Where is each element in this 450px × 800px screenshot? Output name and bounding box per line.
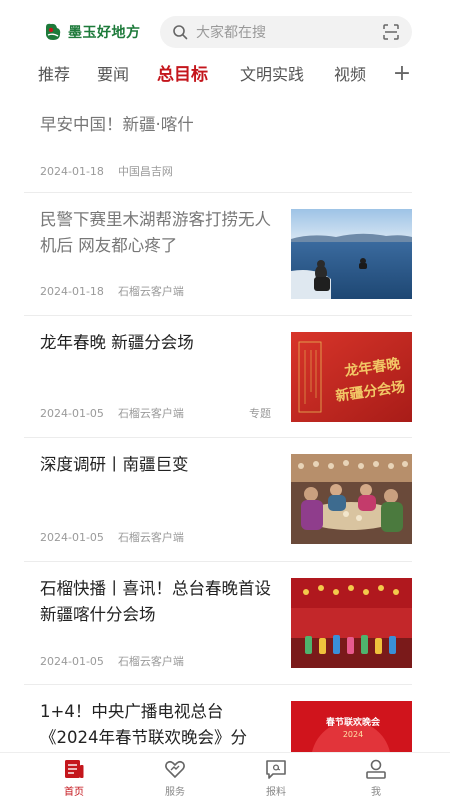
news-thumbnail: 龙年春晚 新疆分会场 xyxy=(291,332,412,422)
tab-headlines[interactable]: 要闻 xyxy=(97,62,129,88)
gala-poster: 龙年春晚 新疆分会场 xyxy=(291,332,412,422)
nav-label: 服务 xyxy=(165,787,185,798)
app-logo[interactable]: 墨玉好地方 xyxy=(42,20,141,44)
channel-tabs: 推荐 要闻 总目标 文明实践 视频 + xyxy=(0,58,450,94)
news-date: 2024-01-05 xyxy=(40,407,104,420)
logo-icon xyxy=(46,23,61,40)
stage-performance-photo xyxy=(291,578,412,668)
news-thumbnail xyxy=(291,578,412,668)
spring-gala-poster: 春节联欢晚会 2024 xyxy=(291,701,412,752)
news-source: 中国昌吉网 xyxy=(117,165,173,178)
topic-tag: 专题 xyxy=(249,407,271,420)
news-title: 龙年春晚 新疆分会场 xyxy=(40,333,194,352)
nav-home[interactable]: 首页 xyxy=(44,757,104,799)
tab-recommend[interactable]: 推荐 xyxy=(38,62,70,88)
bottom-nav: 首页 服务 报料 我 xyxy=(0,752,450,800)
scan-icon[interactable] xyxy=(382,23,400,41)
nav-report[interactable]: 报料 xyxy=(246,757,306,799)
news-meta: 2024-01-18 中国昌吉网 xyxy=(40,163,173,179)
list-item[interactable]: 龙年春晚 新疆分会场 2024-01-05 石榴云客户端 专题 龙年春晚 新疆分会… xyxy=(24,316,412,438)
village-gathering-photo xyxy=(291,454,412,544)
news-thumbnail xyxy=(291,454,412,544)
news-thumbnail: 春节联欢晚会 2024 xyxy=(291,701,412,752)
nav-me[interactable]: 我 xyxy=(346,757,406,799)
news-date: 2024-01-05 xyxy=(40,531,104,544)
lake-rescue-photo xyxy=(291,209,412,299)
news-date: 2024-01-18 xyxy=(40,285,104,298)
news-title: 石榴快播丨喜讯！总台春晚首设新疆喀什分会场 xyxy=(40,579,271,624)
profile-icon xyxy=(366,759,386,779)
news-feed: 早安中国！新疆·喀什 2024-01-18 中国昌吉网 民警下赛里木湖帮游客打捞无… xyxy=(0,96,450,752)
news-thumbnail xyxy=(291,209,412,299)
list-item[interactable]: 深度调研丨南疆巨变 2024-01-05 石榴云客户端 xyxy=(24,438,412,562)
list-item[interactable]: 早安中国！新疆·喀什 2024-01-18 中国昌吉网 xyxy=(24,96,412,193)
add-channel-icon[interactable]: + xyxy=(392,61,412,87)
list-item[interactable]: 1+4！中央广播电视总台《2024年春节联欢晚会》分 春节联欢晚会 2024 xyxy=(24,685,412,752)
list-item[interactable]: 民警下赛里木湖帮游客打捞无人机后 网友都心疼了 2024-01-18 石榴云客户端 xyxy=(24,193,412,316)
top-bar: 墨玉好地方 大家都在搜 xyxy=(0,0,450,58)
poster-title: 春节联欢晚会 xyxy=(325,716,381,728)
service-heart-icon xyxy=(165,760,185,779)
news-icon xyxy=(65,760,84,778)
news-title: 民警下赛里木湖帮游客打捞无人机后 网友都心疼了 xyxy=(40,210,271,255)
nav-label: 首页 xyxy=(64,787,84,798)
tab-video[interactable]: 视频 xyxy=(334,62,366,88)
nav-service[interactable]: 服务 xyxy=(145,757,205,799)
tab-civilization-practice[interactable]: 文明实践 xyxy=(240,62,304,88)
news-title: 1+4！中央广播电视总台《2024年春节联欢晚会》分 xyxy=(40,702,247,747)
news-source: 石榴云客户端 xyxy=(117,285,184,298)
news-meta: 2024-01-05 石榴云客户端 xyxy=(40,405,184,421)
search-icon xyxy=(173,25,188,40)
nav-label: 我 xyxy=(371,787,381,798)
news-date: 2024-01-05 xyxy=(40,655,104,668)
nav-label: 报料 xyxy=(266,787,286,798)
tab-general-goal[interactable]: 总目标 xyxy=(157,62,208,88)
search-input[interactable]: 大家都在搜 xyxy=(196,22,382,42)
news-date: 2024-01-18 xyxy=(40,165,104,178)
news-title: 深度调研丨南疆巨变 xyxy=(40,455,189,474)
news-title: 早安中国！新疆·喀什 xyxy=(40,115,194,134)
report-icon xyxy=(266,760,286,779)
news-meta: 2024-01-05 石榴云客户端 xyxy=(40,653,184,669)
news-source: 石榴云客户端 xyxy=(117,531,184,544)
app-name: 墨玉好地方 xyxy=(68,25,141,41)
news-source: 石榴云客户端 xyxy=(117,655,184,668)
news-meta: 2024-01-05 石榴云客户端 xyxy=(40,529,184,545)
poster-year: 2024 xyxy=(343,730,363,739)
news-meta: 2024-01-18 石榴云客户端 xyxy=(40,283,184,299)
news-source: 石榴云客户端 xyxy=(117,407,184,420)
list-item[interactable]: 石榴快播丨喜讯！总台春晚首设新疆喀什分会场 2024-01-05 石榴云客户端 xyxy=(24,562,412,685)
search-bar[interactable]: 大家都在搜 xyxy=(160,16,412,48)
